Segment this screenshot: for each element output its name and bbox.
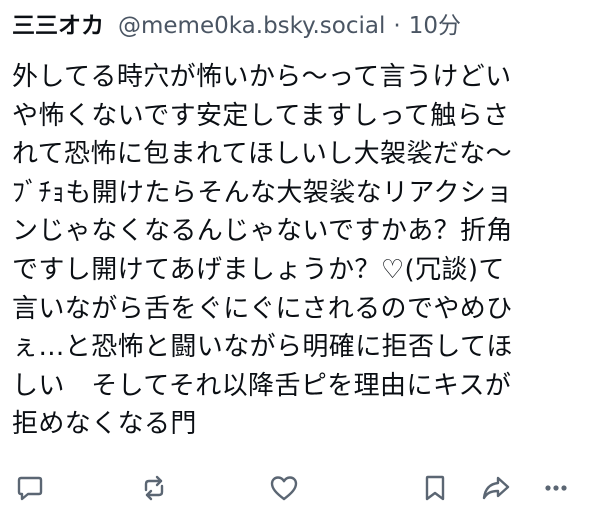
repost-arrows-icon [138, 472, 170, 504]
like-button[interactable] [266, 470, 302, 506]
more-options-button[interactable] [538, 470, 574, 506]
post-text-line: ﾌﾞﾁｮも開けたらそんな大袈裟なリアクショ [12, 177, 513, 208]
meta-separator: · [393, 13, 401, 39]
repost-button[interactable] [136, 470, 172, 506]
post-text-line: ンじゃなくなるんじゃないですかあ？折角 [12, 216, 513, 247]
share-arrow-icon [480, 472, 512, 504]
post-text-line: 外してる時穴が怖いから〜って言うけどい [12, 62, 512, 92]
bookmark-icon [420, 473, 450, 503]
post-text: 外してる時穴が怖いから〜って言うけどい や怖くないです安定してますしって触らさ … [12, 58, 584, 444]
speech-bubble-icon [15, 473, 45, 503]
bookmark-button[interactable] [417, 470, 453, 506]
post-text-line: 拒めなくなる門 [12, 409, 197, 440]
heart-outline-icon [268, 472, 300, 504]
post-header: 三三オカ @meme0ka.bsky.social · 10分 [12, 6, 461, 46]
author-handle[interactable]: @meme0ka.bsky.social [118, 6, 385, 46]
ellipsis-icon [541, 473, 571, 503]
post-text-line: ですし開けてあげましょうか？♡(冗談)て [12, 254, 505, 285]
post-text-line: ぇ…と恐怖と闘いながら明確に拒否してほ [12, 332, 513, 363]
share-button[interactable] [478, 470, 514, 506]
post-timestamp[interactable]: 10分 [409, 6, 461, 46]
post-actions-bar [0, 470, 590, 506]
author-display-name[interactable]: 三三オカ [12, 6, 104, 46]
reply-button[interactable] [12, 470, 48, 506]
post-text-line: 言いながら舌をぐにぐにされるのでやめひ [12, 293, 513, 324]
post-card: 三三オカ @meme0ka.bsky.social · 10分 外してる時穴が怖… [0, 0, 590, 513]
post-text-line: しい そしてそれ以降舌ピを理由にキスが [12, 370, 512, 401]
post-text-line: や怖くないです安定してますしって触らさ [12, 100, 510, 131]
post-text-line: れて恐怖に包まれてほしいし大袈裟だな〜 [12, 139, 513, 170]
